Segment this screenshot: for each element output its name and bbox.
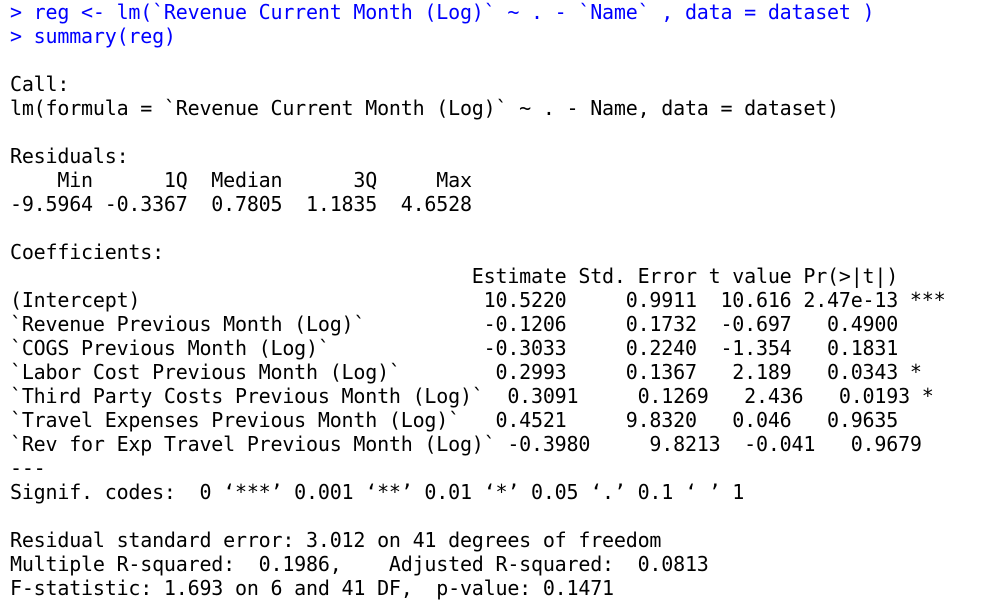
coefficients-header-row: Estimate Std. Error t value Pr(>|t|) — [10, 264, 946, 288]
coefficients-row: `Travel Expenses Previous Month (Log)` 0… — [10, 408, 946, 432]
coefficients-row: `Rev for Exp Travel Previous Month (Log)… — [10, 432, 970, 456]
residuals-values-row: -9.5964 -0.3367 0.7805 1.1835 4.6528 — [10, 192, 484, 216]
signif-codes-line: Signif. codes: 0 ‘***’ 0.001 ‘**’ 0.01 ‘… — [10, 480, 745, 504]
coefficients-row: `Revenue Previous Month (Log)` -0.1206 0… — [10, 312, 946, 336]
residuals-heading: Residuals: — [10, 144, 129, 168]
r-console[interactable]: > reg <- lm(`Revenue Current Month (Log)… — [0, 0, 1003, 601]
f-statistic-line: F-statistic: 1.693 on 6 and 41 DF, p-val… — [10, 576, 614, 600]
residual-standard-error-line: Residual standard error: 3.012 on 41 deg… — [10, 528, 662, 552]
coefficients-row: `COGS Previous Month (Log)` -0.3033 0.22… — [10, 336, 946, 360]
coefficients-row: `Third Party Costs Previous Month (Log)`… — [10, 384, 958, 408]
coefficients-row: `Labor Cost Previous Month (Log)` 0.2993… — [10, 360, 946, 384]
coefficients-heading: Coefficients: — [10, 240, 164, 264]
residuals-header-row: Min 1Q Median 3Q Max — [10, 168, 484, 192]
console-input-line: > reg <- lm(`Revenue Current Month (Log)… — [10, 0, 875, 24]
coefficients-row: (Intercept) 10.5220 0.9911 10.616 2.47e-… — [10, 288, 946, 312]
console-input-line: > summary(reg) — [10, 24, 176, 48]
separator-line: --- — [10, 456, 46, 480]
call-heading: Call: — [10, 72, 70, 96]
r-squared-line: Multiple R-squared: 0.1986, Adjusted R-s… — [10, 552, 721, 576]
call-formula: lm(formula = `Revenue Current Month (Log… — [10, 96, 839, 120]
